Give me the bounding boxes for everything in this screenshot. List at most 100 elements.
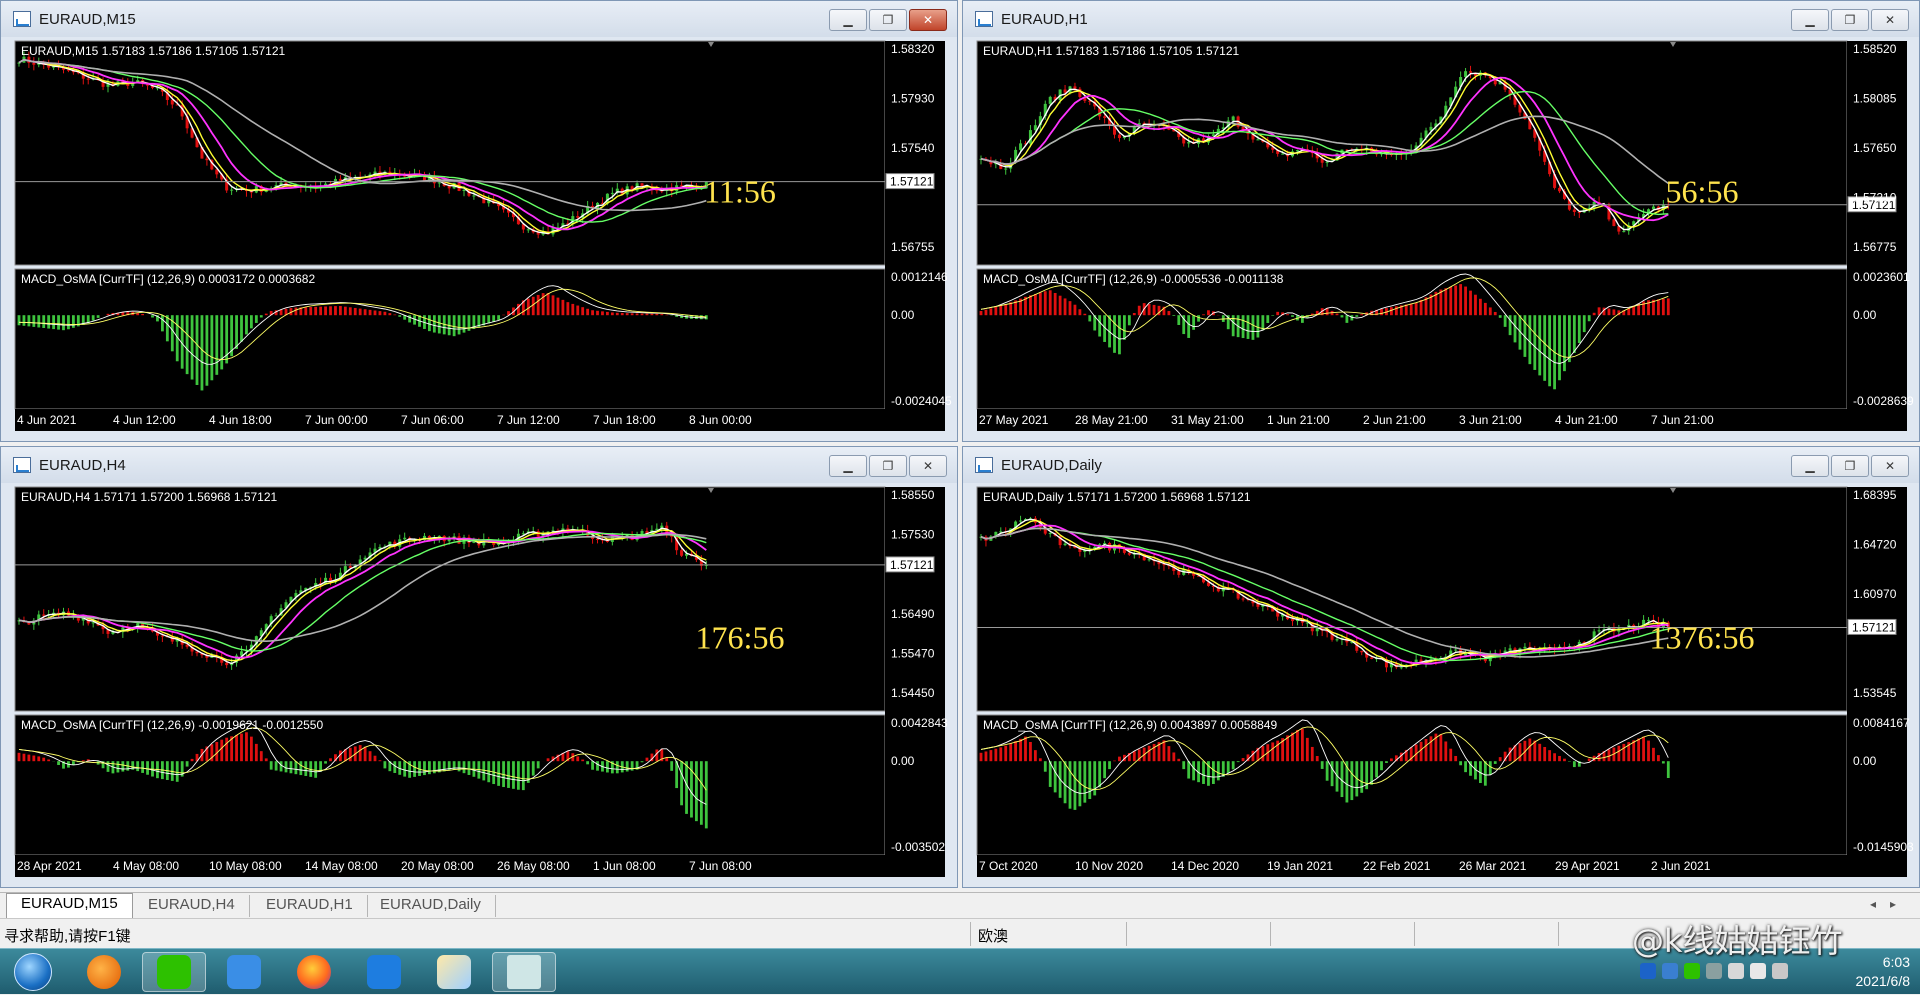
macd-histogram-bar xyxy=(1078,309,1081,315)
chart-window-h4[interactable]: EURAUD,H4▁❐✕1.571211.585501.575301.56490… xyxy=(0,446,958,888)
macd-histogram-bar xyxy=(1420,300,1423,315)
macd-histogram-bar xyxy=(324,761,327,763)
chart-window-daily[interactable]: EURAUD,Daily▁❐✕1.571211.683951.647201.60… xyxy=(962,446,1920,888)
macd-histogram-bar xyxy=(1252,315,1255,340)
macd-histogram-bar xyxy=(994,307,997,315)
time-axis-label: 7 Jun 00:00 xyxy=(305,413,368,427)
macd-histogram-bar xyxy=(980,311,983,315)
macd-histogram-bar xyxy=(1548,750,1551,761)
close-icon: ✕ xyxy=(1885,459,1895,473)
macd-axis-label: 0.0012146 xyxy=(891,270,948,284)
macd-histogram-bar xyxy=(1049,290,1052,315)
macd-histogram-bar xyxy=(1341,315,1344,317)
wechat-icon xyxy=(157,955,191,989)
macd-histogram-bar xyxy=(1232,761,1235,769)
macd-histogram-bar xyxy=(1622,744,1625,761)
bluetooth-icon[interactable] xyxy=(1640,963,1656,979)
chart-canvas[interactable]: 1.571211.583201.579301.575401.56755EURAU… xyxy=(3,39,955,441)
status-profile: 欧澳 xyxy=(978,925,1008,946)
candle-body xyxy=(448,186,451,188)
taskbar-orange-app[interactable] xyxy=(72,952,136,992)
tab-euraud-h4[interactable]: EURAUD,H4 xyxy=(134,895,250,917)
macd-histogram-bar xyxy=(314,307,317,315)
close-button[interactable]: ✕ xyxy=(909,455,947,477)
macd-histogram-bar xyxy=(97,315,100,318)
wechat-tray-icon[interactable] xyxy=(1684,963,1700,979)
macd-histogram-bar xyxy=(1657,299,1660,315)
tab-euraud-m15[interactable]: EURAUD,M15 xyxy=(6,893,133,918)
close-button[interactable]: ✕ xyxy=(1871,9,1909,31)
window-titlebar[interactable]: EURAUD,M15▁❐✕ xyxy=(1,1,957,37)
maximize-button[interactable]: ❐ xyxy=(869,455,907,477)
chart-window-h1[interactable]: EURAUD,H1▁❐✕1.571211.585201.580851.57650… xyxy=(962,0,1920,442)
tab-euraud-daily[interactable]: EURAUD,Daily xyxy=(366,895,496,917)
macd-histogram-bar xyxy=(121,312,124,315)
macd-histogram-bar xyxy=(215,315,218,375)
usb-icon[interactable] xyxy=(1706,963,1722,979)
taskbar-notes[interactable] xyxy=(212,952,276,992)
taskbar-trading-platform[interactable] xyxy=(492,952,556,992)
tab-euraud-h1[interactable]: EURAUD,H1 xyxy=(252,895,368,917)
macd-histogram-bar xyxy=(1390,758,1393,761)
clock[interactable]: 6:03 2021/6/8 xyxy=(1856,953,1911,991)
macd-histogram-bar xyxy=(1192,315,1195,330)
close-button[interactable]: ✕ xyxy=(1871,455,1909,477)
macd-histogram-bar xyxy=(1118,757,1121,762)
candle-body xyxy=(1296,150,1299,151)
macd-histogram-bar xyxy=(1484,303,1487,315)
macd-histogram-bar xyxy=(379,760,382,761)
macd-histogram-bar xyxy=(1054,293,1057,315)
macd-histogram-bar xyxy=(596,311,599,315)
candle-body xyxy=(1523,647,1526,649)
macd-histogram-bar xyxy=(319,307,322,316)
taskbar-wechat[interactable] xyxy=(142,952,206,992)
candle-body xyxy=(1464,71,1467,77)
maximize-button[interactable]: ❐ xyxy=(1831,9,1869,31)
macd-histogram-bar xyxy=(1217,761,1220,780)
volume-icon[interactable] xyxy=(1750,963,1766,979)
watermark: @k线姑姑钰竹 xyxy=(1632,916,1843,962)
flag-icon[interactable] xyxy=(1728,963,1744,979)
candle-body xyxy=(522,533,525,534)
candle-body xyxy=(205,159,208,161)
start-button[interactable] xyxy=(6,951,60,993)
window-titlebar[interactable]: EURAUD,Daily▁❐✕ xyxy=(963,447,1919,483)
minimize-button[interactable]: ▁ xyxy=(1791,9,1829,31)
macd-histogram-bar xyxy=(517,761,520,790)
minimize-button[interactable]: ▁ xyxy=(829,455,867,477)
price-axis-label: 1.68395 xyxy=(1853,488,1897,502)
macd-histogram-bar xyxy=(999,306,1002,316)
macd-histogram-bar xyxy=(1009,743,1012,761)
chart-window-icon xyxy=(975,11,993,27)
macd-histogram-bar xyxy=(537,761,540,768)
window-titlebar[interactable]: EURAUD,H4▁❐✕ xyxy=(1,447,957,483)
macd-histogram-bar xyxy=(1390,307,1393,315)
taskbar-paint[interactable] xyxy=(422,952,486,992)
chart-canvas[interactable]: 1.571211.683951.647201.609701.53545EURAU… xyxy=(965,485,1917,887)
macd-histogram-bar xyxy=(552,295,555,315)
macd-histogram-bar xyxy=(1182,761,1185,769)
macd-histogram-bar xyxy=(1113,761,1116,762)
minimize-button[interactable]: ▁ xyxy=(1791,455,1829,477)
minimize-button[interactable]: ▁ xyxy=(829,9,867,31)
bar-countdown-timer: 56:56 xyxy=(1666,173,1739,209)
time-axis-label: 14 Dec 2020 xyxy=(1171,859,1239,873)
desktop: EURAUD,M15▁❐✕1.571211.583201.579301.5754… xyxy=(0,0,1920,994)
taskbar-firefox[interactable] xyxy=(282,952,346,992)
security-shield-icon[interactable] xyxy=(1662,963,1678,979)
macd-histogram-bar xyxy=(1573,761,1576,767)
macd-histogram-bar xyxy=(1256,315,1259,337)
chart-canvas[interactable]: 1.571211.585501.575301.564901.554701.544… xyxy=(3,485,955,887)
macd-histogram-bar xyxy=(379,311,382,315)
window-titlebar[interactable]: EURAUD,H1▁❐✕ xyxy=(963,1,1919,37)
macd-histogram-bar xyxy=(27,315,30,326)
tab-scroll-arrows[interactable]: ◂▸ xyxy=(1870,897,1910,911)
maximize-button[interactable]: ❐ xyxy=(869,9,907,31)
chart-window-m15[interactable]: EURAUD,M15▁❐✕1.571211.583201.579301.5754… xyxy=(0,0,958,442)
signal-icon[interactable] xyxy=(1772,963,1788,979)
maximize-button[interactable]: ❐ xyxy=(1831,455,1869,477)
macd-histogram-bar xyxy=(631,313,634,315)
close-button[interactable]: ✕ xyxy=(909,9,947,31)
taskbar-lanhu[interactable] xyxy=(352,952,416,992)
chart-canvas[interactable]: 1.571211.585201.580851.576501.572101.567… xyxy=(965,39,1917,441)
